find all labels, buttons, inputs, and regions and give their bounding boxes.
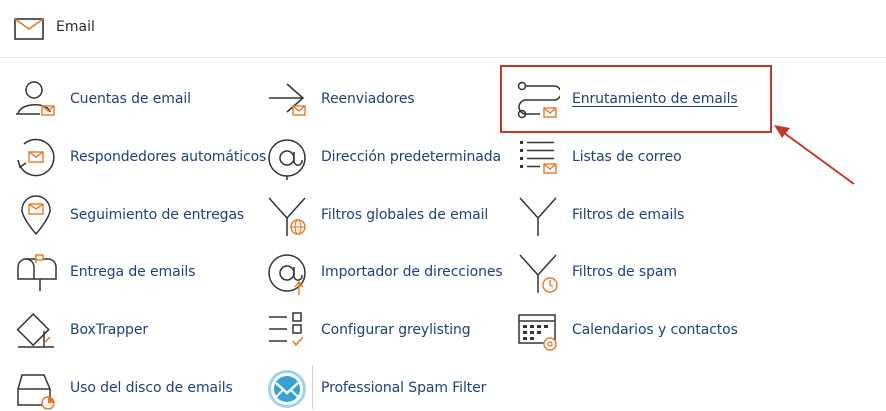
item-label[interactable]: Cuentas de email: [70, 91, 191, 107]
item-label[interactable]: Filtros globales de email: [321, 207, 488, 223]
mailbox-icon: [17, 254, 57, 291]
item-seguimiento-de-entregas[interactable]: Seguimiento de entregas: [14, 194, 254, 238]
item-cuentas-de-email[interactable]: Cuentas de email: [14, 78, 254, 122]
autoresponder-icon: [17, 138, 55, 177]
item-label[interactable]: Filtros de emails: [572, 207, 684, 223]
item-entrega-de-emails[interactable]: Entrega de emails: [14, 251, 254, 295]
item-label[interactable]: Listas de correo: [572, 149, 682, 165]
forward-arrow-icon: [269, 83, 306, 116]
item-label[interactable]: Filtros de spam: [572, 264, 677, 280]
at-import-icon: [268, 254, 306, 295]
item-filtros-de-spam[interactable]: Filtros de spam: [516, 251, 756, 295]
item-label[interactable]: Configurar greylisting: [321, 322, 471, 338]
disk-usage-icon: [17, 374, 55, 410]
item-label[interactable]: BoxTrapper: [70, 322, 148, 338]
user-mail-icon: [16, 81, 55, 116]
funnel-icon: [519, 197, 557, 236]
divider: [312, 365, 313, 409]
section-title: Email: [56, 19, 95, 35]
spam-filter-logo-icon: [268, 370, 306, 408]
item-respondedores-automaticos[interactable]: Respondedores automáticos: [14, 136, 266, 180]
section-header: Email: [0, 0, 886, 58]
at-sign-icon: [268, 139, 306, 180]
item-importador-de-direcciones[interactable]: Importador de direcciones: [265, 251, 505, 295]
item-calendarios-y-contactos[interactable]: Calendarios y contactos: [516, 309, 756, 353]
location-pin-icon: [21, 195, 51, 236]
item-label[interactable]: Seguimiento de entregas: [70, 207, 244, 223]
item-listas-de-correo[interactable]: Listas de correo: [516, 136, 756, 180]
checklist-icon: [269, 312, 304, 347]
item-label[interactable]: Importador de direcciones: [321, 264, 503, 280]
item-uso-del-disco-de-emails[interactable]: Uso del disco de emails: [14, 367, 254, 411]
item-label[interactable]: Uso del disco de emails: [70, 380, 233, 396]
item-label[interactable]: Entrega de emails: [70, 264, 195, 280]
item-boxtrapper[interactable]: BoxTrapper: [14, 309, 254, 353]
item-label[interactable]: Dirección predeterminada: [321, 149, 501, 165]
item-professional-spam-filter[interactable]: Professional Spam Filter: [265, 367, 505, 411]
funnel-clock-icon: [519, 254, 558, 293]
highlight-box: [500, 65, 772, 133]
pointer-arrow: [774, 125, 855, 185]
item-filtros-globales-de-email[interactable]: Filtros globales de email: [265, 194, 505, 238]
item-configurar-greylisting[interactable]: Configurar greylisting: [265, 309, 505, 353]
mailing-list-icon: [520, 141, 557, 174]
item-label[interactable]: Calendarios y contactos: [572, 322, 738, 338]
calendar-icon: [518, 314, 557, 351]
trap-icon: [16, 312, 54, 348]
item-label[interactable]: Respondedores automáticos: [70, 149, 266, 165]
funnel-globe-icon: [268, 197, 306, 236]
item-label[interactable]: Reenviadores: [321, 91, 415, 107]
item-label[interactable]: Professional Spam Filter: [321, 380, 486, 396]
item-direccion-predeterminada[interactable]: Dirección predeterminada: [265, 136, 505, 180]
envelope-icon: [14, 18, 44, 40]
item-reenviadores[interactable]: Reenviadores: [265, 78, 505, 122]
item-filtros-de-emails[interactable]: Filtros de emails: [516, 194, 756, 238]
